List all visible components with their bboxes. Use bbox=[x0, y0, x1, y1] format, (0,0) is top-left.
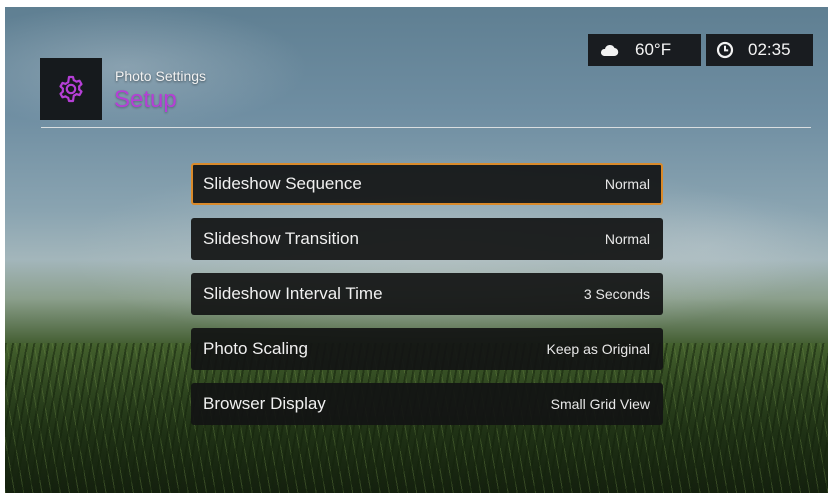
menu-item-label: Slideshow Interval Time bbox=[203, 284, 383, 303]
menu-item-label: Slideshow Sequence bbox=[203, 174, 362, 193]
gear-icon bbox=[59, 75, 83, 103]
weather-status: 60°F bbox=[588, 34, 701, 66]
menu-item-label: Browser Display bbox=[203, 394, 326, 413]
menu-item-slideshow-interval-time[interactable]: Slideshow Interval Time 3 Seconds bbox=[191, 273, 663, 315]
header-divider bbox=[41, 127, 811, 128]
clock-status: 02:35 bbox=[706, 34, 813, 66]
temperature-readout: 60°F bbox=[635, 40, 672, 59]
menu-item-value: Keep as Original bbox=[546, 341, 650, 357]
menu-item-label: Slideshow Transition bbox=[203, 229, 359, 248]
page-title: Setup bbox=[114, 86, 177, 113]
menu-item-label: Photo Scaling bbox=[203, 339, 308, 358]
menu-item-value: 3 Seconds bbox=[583, 286, 650, 302]
menu-item-browser-display[interactable]: Browser Display Small Grid View bbox=[191, 383, 663, 425]
menu-item-value: Normal bbox=[604, 176, 650, 192]
time-readout: 02:35 bbox=[748, 40, 791, 59]
menu-item-photo-scaling[interactable]: Photo Scaling Keep as Original bbox=[191, 328, 663, 370]
menu-item-value: Normal bbox=[604, 231, 650, 247]
settings-menu: Slideshow Sequence Normal Slideshow Tran… bbox=[191, 163, 663, 438]
cloud-icon bbox=[600, 44, 619, 57]
menu-item-value: Small Grid View bbox=[550, 396, 650, 412]
clock-icon bbox=[716, 41, 734, 59]
menu-item-slideshow-transition[interactable]: Slideshow Transition Normal bbox=[191, 218, 663, 260]
settings-icon-tile bbox=[40, 58, 102, 120]
section-subtitle: Photo Settings bbox=[115, 68, 207, 84]
menu-item-slideshow-sequence[interactable]: Slideshow Sequence Normal bbox=[191, 163, 663, 205]
setup-screen: Photo Settings Setup 60°F 02:35 Slidesho… bbox=[5, 7, 828, 493]
